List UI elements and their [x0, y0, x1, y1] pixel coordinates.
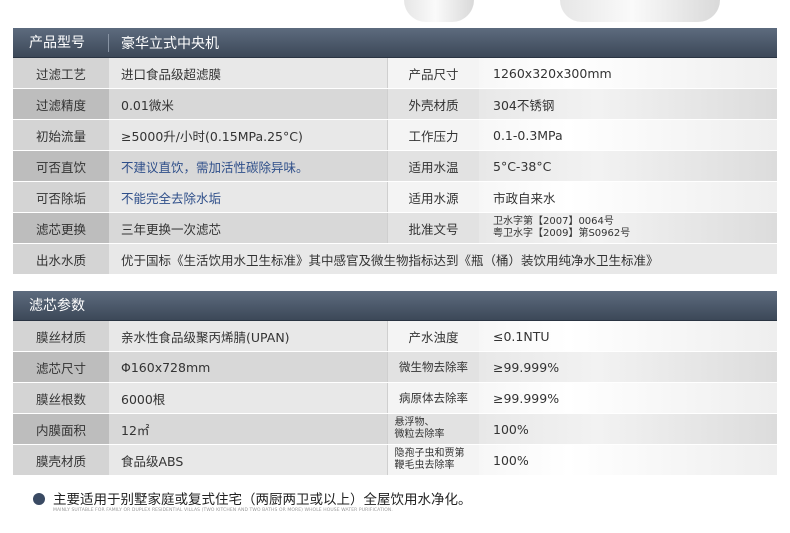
approval-numbers: 卫水字第【2007】0064号 粤卫水字【2009】第S0962号: [479, 213, 777, 243]
model-label: 产品型号: [13, 33, 109, 52]
row-value: 1260x320x300mm: [479, 58, 777, 88]
row-label: 滤芯尺寸: [13, 352, 109, 382]
row-label: 初始流量: [13, 120, 109, 150]
row-label: 产品尺寸: [387, 58, 479, 88]
table-row: 可否除垢 不能完全去除水垢 适用水源 市政自来水: [13, 182, 777, 213]
row-label-line1: 隐孢子虫和贾第: [394, 448, 465, 459]
row-value: 市政自来水: [479, 182, 777, 212]
product-image-left: [404, 0, 474, 22]
row-value: 100%: [479, 414, 777, 444]
row-label-line1: 悬浮物、: [394, 417, 435, 428]
row-value: 304不锈钢: [479, 89, 777, 119]
usage-note-text: 主要适用于别墅家庭或复式住宅（两厨两卫或以上）全屋饮用水净化。: [53, 492, 472, 508]
model-value: 豪华立式中央机: [121, 35, 219, 52]
table-row: 过滤精度 0.01微米 外壳材质 304不锈钢: [13, 89, 777, 120]
row-value: ≤0.1NTU: [479, 321, 777, 351]
row-value: 5°C-38°C: [479, 151, 777, 181]
table-row: 初始流量 ≥5000升/小时(0.15MPa.25°C) 工作压力 0.1-0.…: [13, 120, 777, 151]
row-label: 过滤精度: [13, 89, 109, 119]
spec-header-bar: 产品型号 豪华立式中央机: [13, 28, 777, 58]
table-row: 滤芯更换 三年更换一次滤芯 批准文号 卫水字第【2007】0064号 粤卫水字【…: [13, 213, 777, 244]
row-value: 亲水性食品级聚丙烯腈(UPAN): [109, 321, 387, 351]
bullet-dot-icon: [33, 493, 45, 505]
row-label: 隐孢子虫和贾第 鞭毛虫去除率: [387, 445, 479, 475]
row-label: 过滤工艺: [13, 58, 109, 88]
row-value: 6000根: [109, 383, 387, 413]
row-label: 外壳材质: [387, 89, 479, 119]
row-label: 病原体去除率: [387, 383, 479, 413]
row-value: ≥99.999%: [479, 352, 777, 382]
row-value: ≥5000升/小时(0.15MPa.25°C): [109, 120, 387, 150]
row-label: 适用水源: [387, 182, 479, 212]
row-label: 适用水温: [387, 151, 479, 181]
table-row-water-quality: 出水水质 优于国标《生活饮用水卫生标准》其中感官及微生物指标达到《瓶（桶）装饮用…: [13, 244, 777, 275]
table-row: 膜丝根数 6000根 病原体去除率 ≥99.999%: [13, 383, 777, 414]
row-label: 产水浊度: [387, 321, 479, 351]
table-row: 过滤工艺 进口食品级超滤膜 产品尺寸 1260x320x300mm: [13, 58, 777, 89]
approval-number-2: 粤卫水字【2009】第S0962号: [493, 228, 631, 239]
row-label: 膜壳材质: [13, 445, 109, 475]
row-value: 进口食品级超滤膜: [109, 58, 387, 88]
row-value: ≥99.999%: [479, 383, 777, 413]
row-label: 可否除垢: [13, 182, 109, 212]
row-value: 0.01微米: [109, 89, 387, 119]
table-row: 膜壳材质 食品级ABS 隐孢子虫和贾第 鞭毛虫去除率 100%: [13, 445, 777, 476]
row-label: 膜丝材质: [13, 321, 109, 351]
row-value: 优于国标《生活饮用水卫生标准》其中感官及微生物指标达到《瓶（桶）装饮用纯净水卫生…: [109, 244, 777, 274]
row-label: 内膜面积: [13, 414, 109, 444]
product-spec-table: 产品型号 豪华立式中央机 过滤工艺 进口食品级超滤膜 产品尺寸 1260x320…: [13, 28, 777, 275]
row-label: 可否直饮: [13, 151, 109, 181]
table-row: 内膜面积 12㎡ 悬浮物、 微粒去除率 100%: [13, 414, 777, 445]
top-product-image-fragment: [0, 0, 790, 26]
row-label: 滤芯更换: [13, 213, 109, 243]
row-label-line2: 微粒去除率: [394, 429, 445, 440]
filter-param-table: 滤芯参数 膜丝材质 亲水性食品级聚丙烯腈(UPAN) 产水浊度 ≤0.1NTU …: [13, 291, 777, 476]
row-value: 三年更换一次滤芯: [109, 213, 387, 243]
approval-number-1: 卫水字第【2007】0064号: [493, 216, 614, 227]
row-value: 100%: [479, 445, 777, 475]
product-image-right: [560, 0, 720, 22]
row-label-line2: 鞭毛虫去除率: [394, 460, 455, 471]
row-label: 微生物去除率: [387, 352, 479, 382]
usage-note-english: MAINLY SUITABLE FOR FAMILY OR DUPLEX RES…: [53, 508, 393, 513]
row-value: 12㎡: [109, 414, 387, 444]
table-row: 滤芯尺寸 Φ160x728mm 微生物去除率 ≥99.999%: [13, 352, 777, 383]
row-label: 膜丝根数: [13, 383, 109, 413]
filter-header-bar: 滤芯参数: [13, 291, 777, 321]
row-label: 悬浮物、 微粒去除率: [387, 414, 479, 444]
row-label: 出水水质: [13, 244, 109, 274]
row-value: 不建议直饮，需加活性碳除异味。: [109, 151, 387, 181]
table-row: 膜丝材质 亲水性食品级聚丙烯腈(UPAN) 产水浊度 ≤0.1NTU: [13, 321, 777, 352]
filter-header-title: 滤芯参数: [29, 297, 85, 314]
row-value: 不能完全去除水垢: [109, 182, 387, 212]
row-value: 食品级ABS: [109, 445, 387, 475]
table-row: 可否直饮 不建议直饮，需加活性碳除异味。 适用水温 5°C-38°C: [13, 151, 777, 182]
row-label: 批准文号: [387, 213, 479, 243]
row-value: 0.1-0.3MPa: [479, 120, 777, 150]
row-label: 工作压力: [387, 120, 479, 150]
row-value: Φ160x728mm: [109, 352, 387, 382]
